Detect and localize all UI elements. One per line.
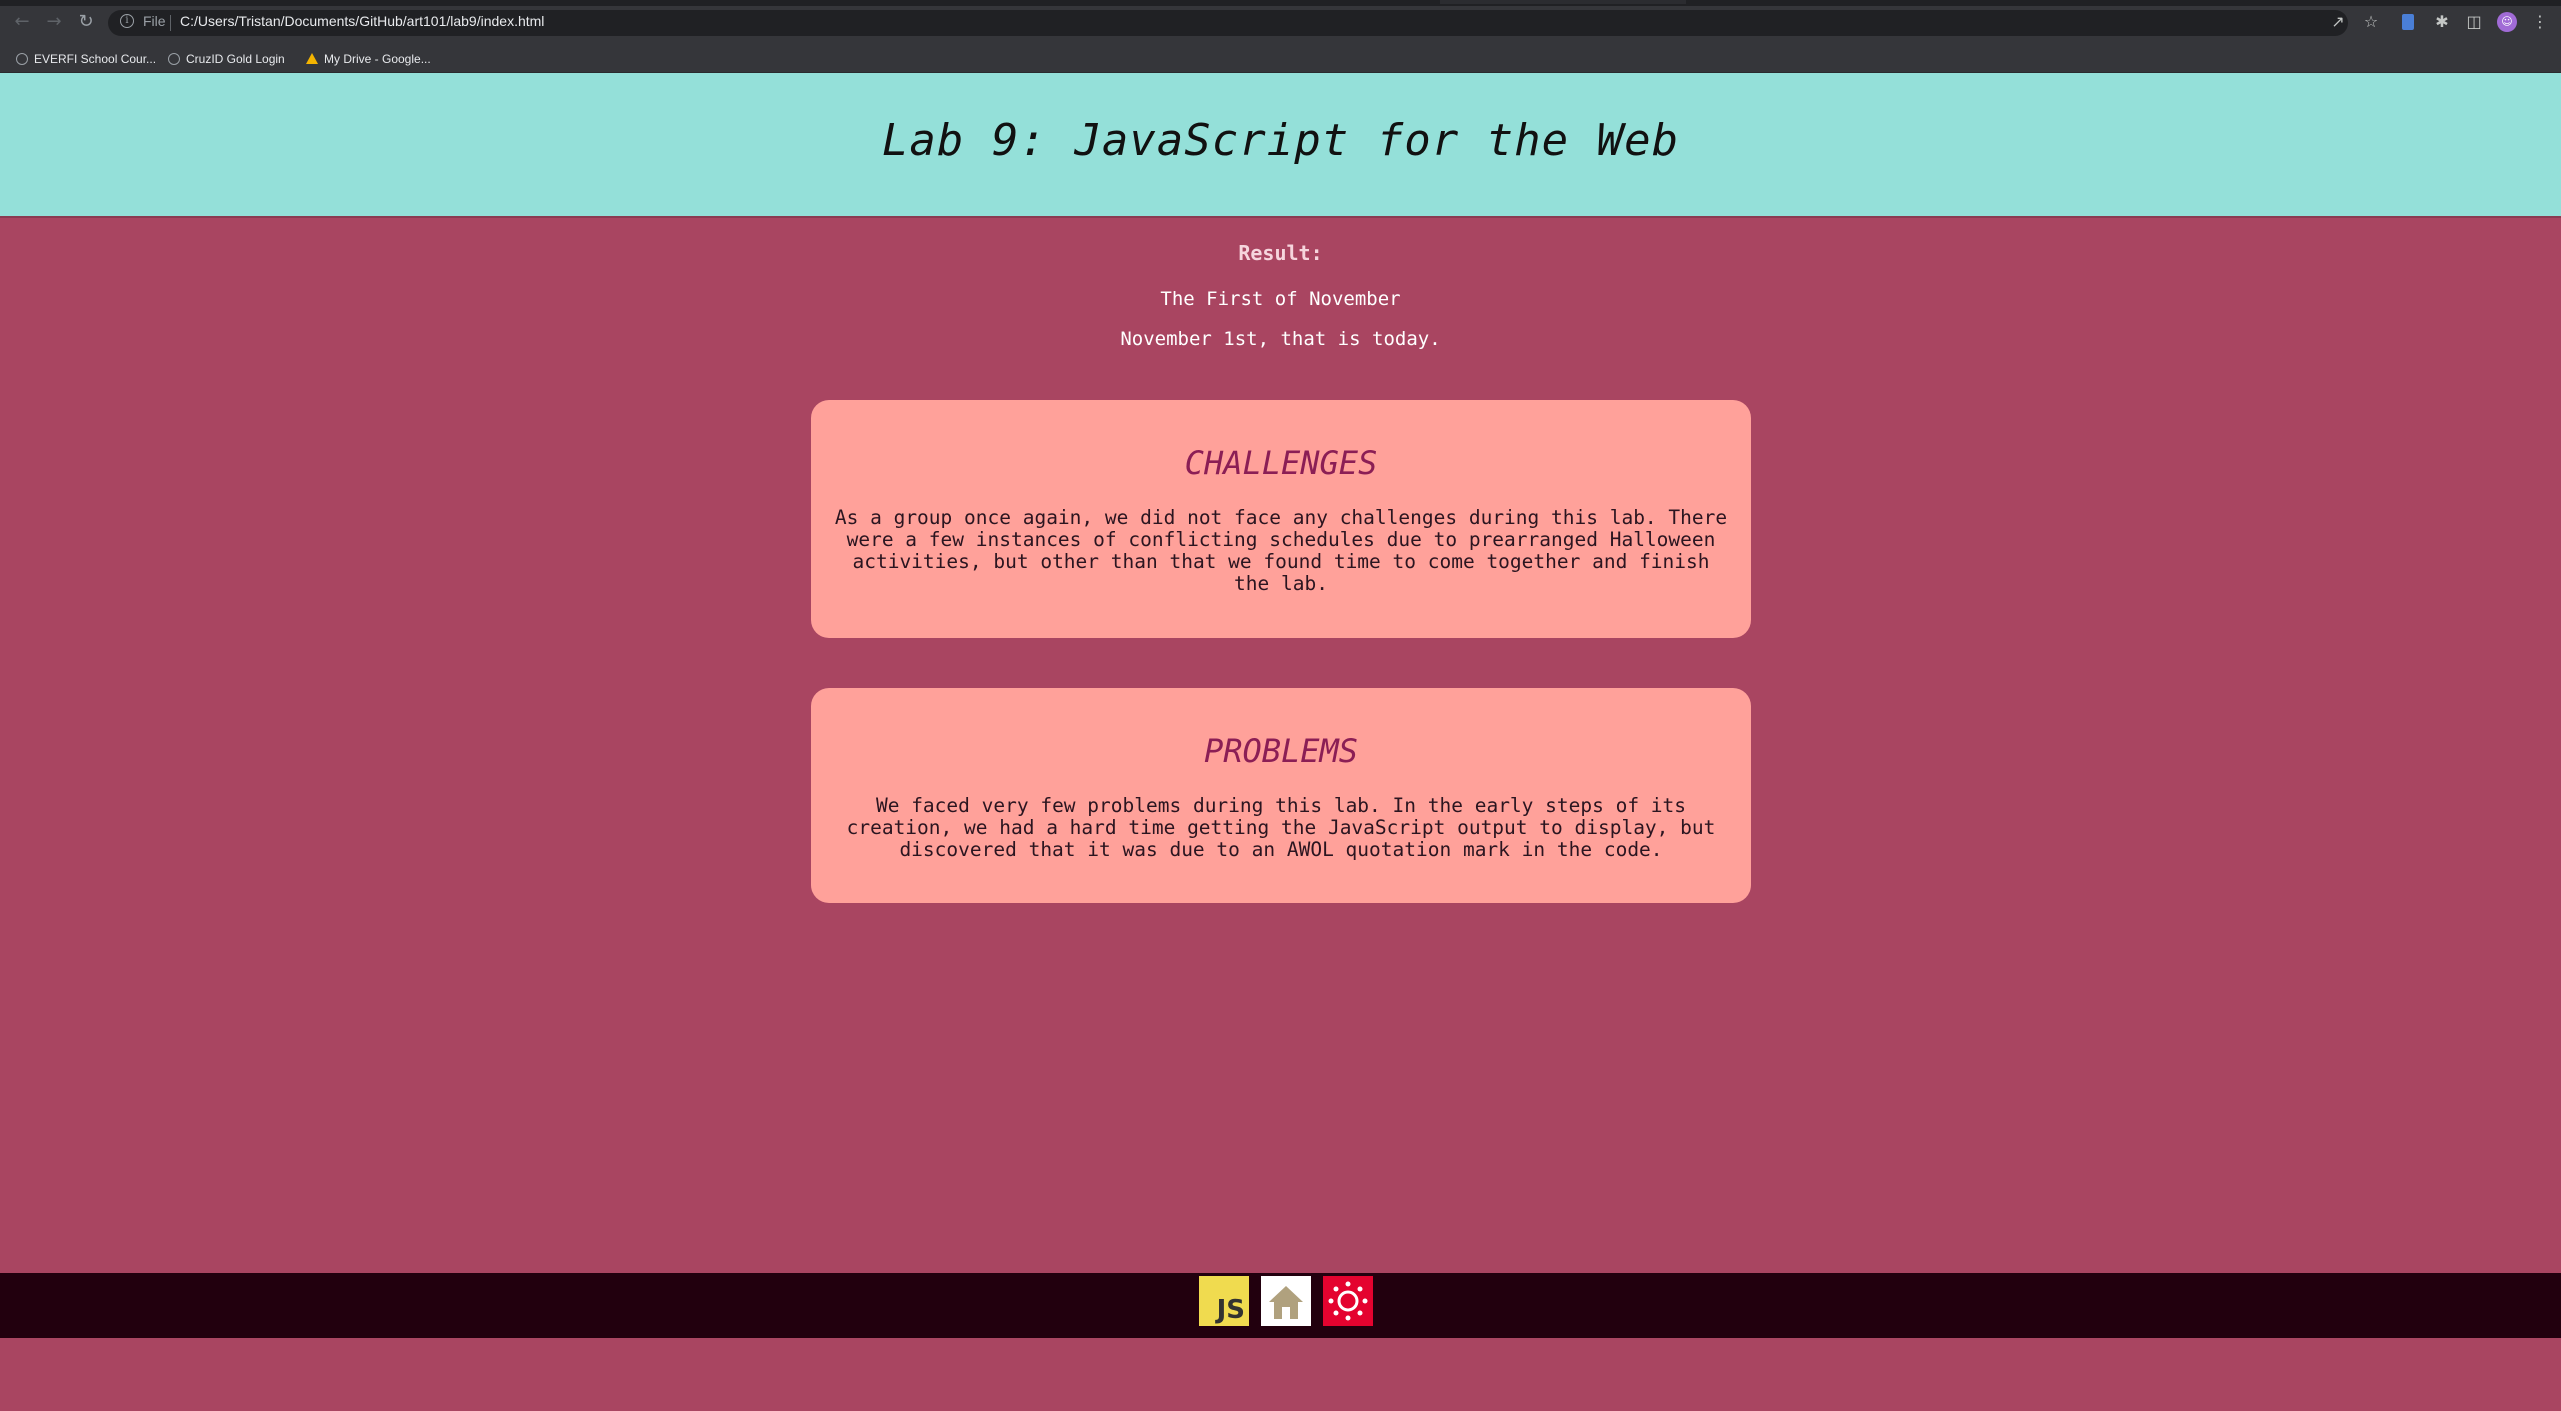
- result-line-1: The First of November: [1160, 288, 1401, 310]
- home-glyph: [1269, 1286, 1303, 1319]
- javascript-logo-icon[interactable]: JS: [1199, 1276, 1249, 1326]
- globe-icon: [16, 53, 28, 65]
- bookmark-cruzid[interactable]: CruzID Gold Login: [168, 50, 285, 68]
- canvas-logo-icon[interactable]: [1323, 1276, 1373, 1326]
- result-label: Result:: [1238, 241, 1323, 265]
- bookmark-label: CruzID Gold Login: [186, 52, 285, 66]
- site-info-icon[interactable]: i: [120, 14, 134, 28]
- page-viewport: Lab 9: JavaScript for the Web Result: Th…: [0, 73, 2561, 1411]
- challenges-heading: CHALLENGES: [1184, 444, 1378, 482]
- globe-icon: [168, 53, 180, 65]
- tab[interactable]: [1440, 0, 1686, 4]
- bookmark-everfi[interactable]: EVERFI School Cour...: [16, 50, 156, 68]
- canvas-glyph: [1328, 1281, 1368, 1321]
- bookmark-star-icon[interactable]: ☆: [2361, 12, 2381, 32]
- profile-avatar[interactable]: ☺: [2497, 12, 2517, 32]
- extensions-puzzle-icon[interactable]: ✱: [2432, 12, 2452, 32]
- problems-text: We faced very few problems during this l…: [846, 794, 1716, 861]
- side-panel-icon[interactable]: ◫: [2464, 12, 2484, 32]
- back-button[interactable]: ←: [12, 12, 32, 32]
- bookmark-label: EVERFI School Cour...: [34, 52, 157, 66]
- home-icon[interactable]: [1261, 1276, 1311, 1326]
- address-divider: [170, 15, 171, 31]
- docs-extension-icon[interactable]: [2402, 14, 2414, 30]
- forward-button[interactable]: →: [44, 12, 64, 32]
- problems-card: PROBLEMS We faced very few problems duri…: [811, 688, 1751, 903]
- problems-heading: PROBLEMS: [1203, 732, 1359, 770]
- share-icon[interactable]: ↗: [2328, 12, 2348, 32]
- bookmark-my-drive[interactable]: My Drive - Google...: [306, 50, 431, 68]
- google-drive-icon: [306, 53, 318, 64]
- reload-button[interactable]: ↻: [76, 12, 96, 32]
- page-title: Lab 9: JavaScript for the Web: [881, 115, 1680, 166]
- challenges-text: As a group once again, we did not face a…: [834, 506, 1728, 595]
- bookmark-label: My Drive - Google...: [324, 52, 431, 66]
- tab-strip: [0, 0, 2561, 6]
- browser-menu-icon[interactable]: ⋮: [2530, 12, 2550, 32]
- address-scheme-label: File: [143, 13, 166, 29]
- result-line-2: November 1st, that is today.: [1120, 328, 1441, 350]
- challenges-card: CHALLENGES As a group once again, we did…: [811, 400, 1751, 638]
- javascript-logo-text: JS: [1216, 1295, 1245, 1325]
- page-header: Lab 9: JavaScript for the Web: [0, 73, 2561, 218]
- address-url[interactable]: C:/Users/Tristan/Documents/GitHub/art101…: [180, 13, 544, 29]
